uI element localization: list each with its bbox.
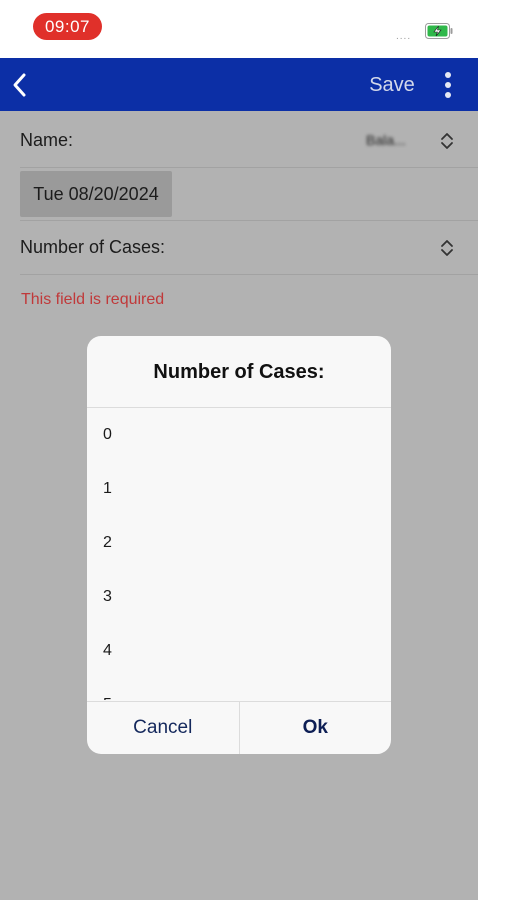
- date-row: Tue 08/20/2024: [20, 167, 478, 221]
- name-value: Bala...: [366, 132, 406, 146]
- option-item[interactable]: 0: [87, 408, 391, 462]
- number-picker-dialog: Number of Cases: 0 1 2 3 4 5 Cancel Ok: [87, 336, 391, 754]
- more-vertical-icon[interactable]: [436, 68, 460, 102]
- status-time: 09:07: [33, 13, 102, 40]
- save-button[interactable]: Save: [362, 72, 422, 98]
- chevron-up-down-icon[interactable]: [438, 238, 456, 258]
- option-item[interactable]: 4: [87, 624, 391, 678]
- signal-icon: ....: [396, 31, 412, 42]
- status-bar: 09:07 ....: [0, 0, 478, 58]
- app-bar: Save: [0, 58, 478, 111]
- option-item[interactable]: 2: [87, 516, 391, 570]
- option-item[interactable]: 3: [87, 570, 391, 624]
- cancel-button[interactable]: Cancel: [87, 702, 240, 754]
- cases-label: Number of Cases:: [20, 237, 166, 257]
- option-list[interactable]: 0 1 2 3 4 5: [87, 408, 391, 700]
- option-item[interactable]: 5: [87, 678, 391, 700]
- date-picker-button[interactable]: Tue 08/20/2024: [20, 171, 172, 217]
- cases-row[interactable]: Number of Cases:: [20, 221, 478, 275]
- dialog-buttons: Cancel Ok: [87, 701, 391, 754]
- name-row[interactable]: Name: Bala...: [20, 114, 478, 168]
- chevron-up-down-icon[interactable]: [438, 131, 456, 151]
- option-item[interactable]: 1: [87, 462, 391, 516]
- dialog-title: Number of Cases:: [87, 336, 391, 408]
- battery-charging-icon: [425, 23, 453, 39]
- ok-button[interactable]: Ok: [240, 702, 392, 754]
- name-label: Name:: [20, 130, 74, 150]
- back-arrow-icon[interactable]: [6, 68, 36, 102]
- error-message: This field is required: [21, 291, 165, 308]
